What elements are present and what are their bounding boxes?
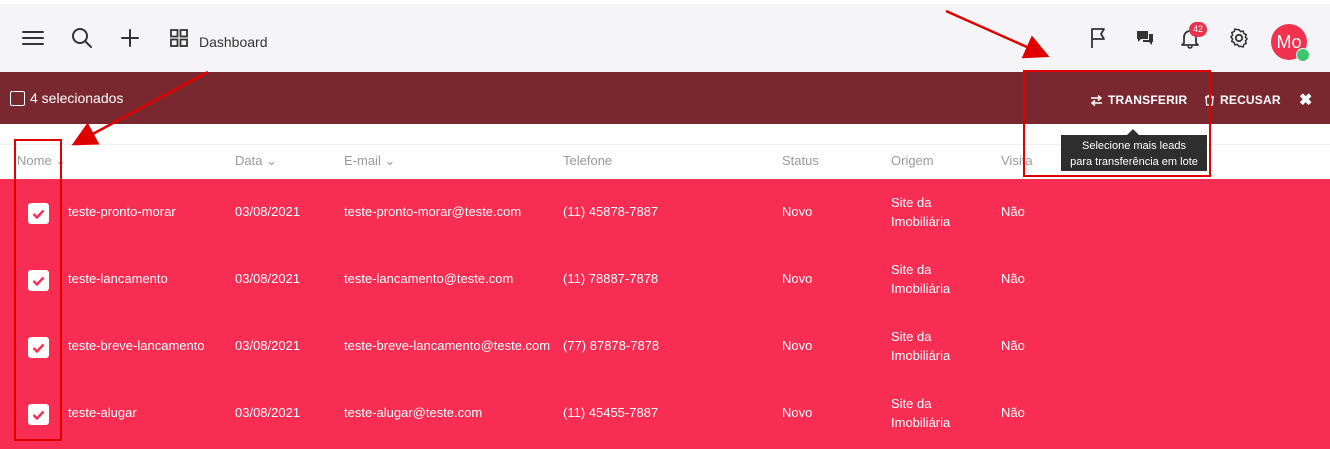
- table-row[interactable]: teste-breve-lancamento 03/08/2021 teste-…: [0, 313, 1330, 380]
- cell-visita: Não: [1001, 204, 1025, 219]
- notification-badge: 42: [1189, 22, 1207, 37]
- cell-data: 03/08/2021: [235, 405, 301, 420]
- cell-status: Novo: [782, 405, 813, 420]
- table-row[interactable]: teste-pronto-morar 03/08/2021 teste-pron…: [0, 179, 1330, 246]
- cell-visita: Não: [1001, 271, 1025, 286]
- select-all-checkbox[interactable]: [10, 91, 25, 106]
- cell-origem: Site da Imobiliária: [891, 262, 951, 296]
- table-body: teste-pronto-morar 03/08/2021 teste-pron…: [0, 179, 1330, 449]
- cell-email: teste-lancamento@teste.com: [344, 271, 514, 286]
- cell-visita: Não: [1001, 338, 1025, 353]
- column-origem: Origem: [891, 153, 934, 168]
- cell-origem: Site da Imobiliária: [891, 396, 951, 430]
- column-email[interactable]: E-mail ⌄: [344, 153, 395, 169]
- gear-icon[interactable]: [1227, 26, 1251, 50]
- cell-email: teste-pronto-morar@teste.com: [344, 204, 522, 219]
- cell-telefone: (11) 78887-7878: [563, 271, 659, 286]
- chevron-down-icon: ⌄: [380, 153, 396, 168]
- chevron-down-icon: ⌄: [262, 153, 277, 168]
- annotation-box-transfer: [1023, 70, 1211, 177]
- dashboard-link[interactable]: Dashboard: [199, 34, 268, 50]
- annotation-box-checkboxes: [14, 139, 62, 441]
- cell-status: Novo: [782, 271, 813, 286]
- chat-icon[interactable]: [1133, 26, 1157, 50]
- close-icon[interactable]: ✖: [1299, 90, 1312, 110]
- column-telefone: Telefone: [563, 153, 613, 168]
- top-bar: Dashboard 42 Mo: [0, 0, 1330, 72]
- cell-telefone: (11) 45455-7887: [563, 405, 659, 420]
- cell-status: Novo: [782, 338, 813, 353]
- table-row[interactable]: teste-lancamento 03/08/2021 teste-lancam…: [0, 246, 1330, 313]
- column-status: Status: [782, 153, 819, 168]
- cell-email: teste-breve-lancamento@teste.com: [344, 338, 551, 353]
- online-status-dot: [1296, 48, 1310, 62]
- cell-data: 03/08/2021: [235, 204, 301, 219]
- cell-email: teste-alugar@teste.com: [344, 405, 483, 420]
- refuse-label: RECUSAR: [1220, 93, 1281, 107]
- column-data[interactable]: Data ⌄: [235, 153, 277, 169]
- cell-origem: Site da Imobiliária: [891, 195, 951, 229]
- cell-nome: teste-lancamento: [68, 271, 168, 286]
- flag-icon[interactable]: [1087, 26, 1111, 50]
- selection-count: 4 selecionados: [30, 90, 124, 106]
- cell-data: 03/08/2021: [235, 271, 301, 286]
- plus-icon[interactable]: [118, 26, 142, 50]
- cell-nome: teste-pronto-morar: [68, 204, 176, 219]
- cell-data: 03/08/2021: [235, 338, 301, 353]
- menu-icon[interactable]: [21, 26, 45, 50]
- cell-status: Novo: [782, 204, 813, 219]
- cell-nome: teste-alugar: [68, 405, 137, 420]
- cell-telefone: (77) 87878-7878: [563, 338, 660, 353]
- cell-origem: Site da Imobiliária: [891, 329, 951, 363]
- search-icon[interactable]: [70, 26, 94, 50]
- cell-visita: Não: [1001, 405, 1025, 420]
- cell-nome: teste-breve-lancamento: [68, 338, 205, 353]
- table-row[interactable]: teste-alugar 03/08/2021 teste-alugar@tes…: [0, 380, 1330, 447]
- cell-telefone: (11) 45878-7887: [563, 204, 659, 219]
- refuse-button[interactable]: RECUSAR: [1204, 93, 1281, 107]
- grid-icon[interactable]: [167, 26, 191, 50]
